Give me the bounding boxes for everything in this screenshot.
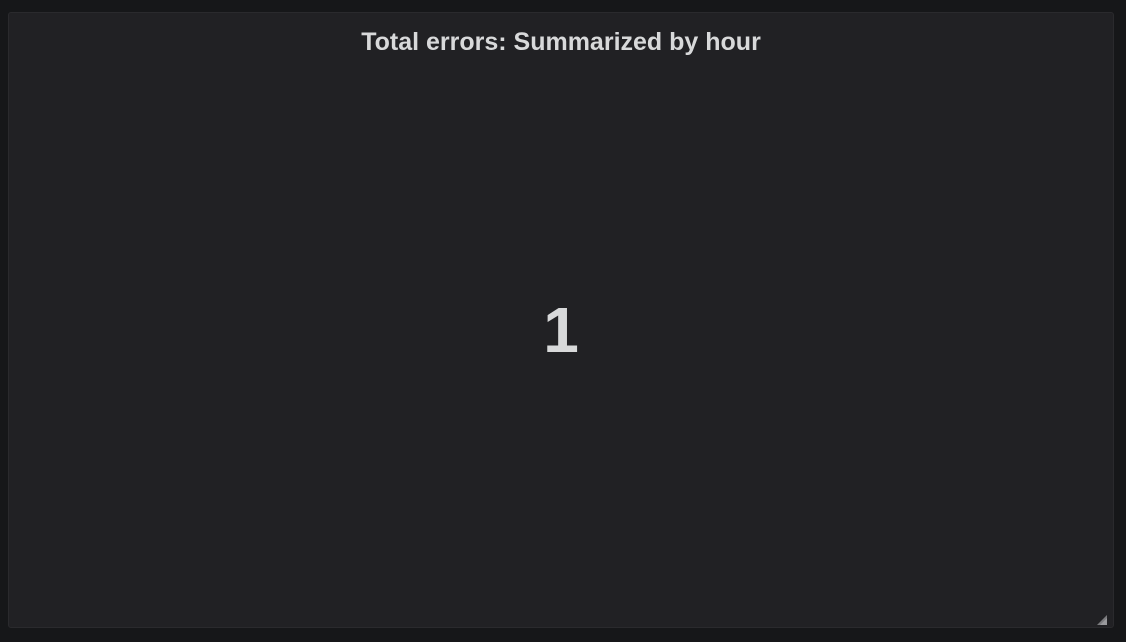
panel-header[interactable]: Total errors: Summarized by hour [9, 13, 1113, 71]
stat-value: 1 [543, 294, 579, 366]
stat-panel: Total errors: Summarized by hour 1 [8, 12, 1114, 628]
panel-title[interactable]: Total errors: Summarized by hour [361, 28, 761, 57]
panel-content: 1 [9, 71, 1113, 619]
dashboard: Total errors: Summarized by hour 1 [0, 0, 1126, 642]
resize-handle-icon[interactable] [1097, 612, 1107, 625]
